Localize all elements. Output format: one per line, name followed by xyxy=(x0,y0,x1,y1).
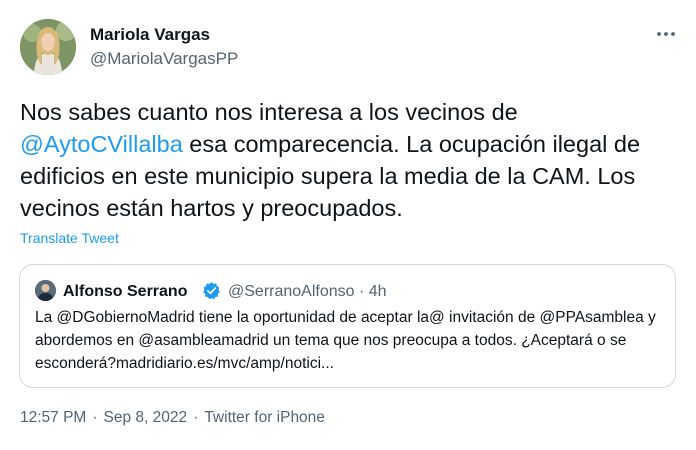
tweet-time[interactable]: 12:57 PM xyxy=(20,409,86,426)
tweet-text: Nos sabes cuanto nos interesa a los veci… xyxy=(20,96,680,224)
quoted-tweet-card[interactable]: Alfonso Serrano @SerranoAlfonso · 4h La … xyxy=(19,264,676,388)
quoted-tweet-text: La @DGobiernoMadrid tiene la oportunidad… xyxy=(35,309,656,372)
translate-tweet-link[interactable]: Translate Tweet xyxy=(20,230,119,246)
tweet-date[interactable]: Sep 8, 2022 xyxy=(104,409,188,426)
tweet-source[interactable]: Twitter for iPhone xyxy=(204,409,325,426)
author-name[interactable]: Mariola Vargas xyxy=(90,25,238,45)
meta-separator: · xyxy=(92,409,98,426)
author-handle[interactable]: @MariolaVargasPP xyxy=(90,49,238,69)
quoted-handle-time: @SerranoAlfonso · 4h xyxy=(228,282,387,301)
verified-badge-icon xyxy=(203,282,220,300)
tweet-text-part1: Nos sabes cuanto nos interesa a los veci… xyxy=(20,99,518,125)
ellipsis-icon xyxy=(657,32,675,36)
quoted-author-avatar[interactable] xyxy=(35,280,56,301)
author-block: Mariola Vargas @MariolaVargasPP xyxy=(90,25,238,69)
quoted-author-handle[interactable]: @SerranoAlfonso xyxy=(228,283,355,300)
author-avatar[interactable] xyxy=(20,19,76,75)
more-options-button[interactable] xyxy=(654,24,678,44)
quoted-time-separator: · xyxy=(358,283,365,300)
quoted-time[interactable]: 4h xyxy=(369,283,387,300)
meta-separator: · xyxy=(193,409,199,426)
quoted-author-name[interactable]: Alfonso Serrano xyxy=(63,282,187,301)
tweet-meta: 12:57 PM · Sep 8, 2022 · Twitter for iPhone xyxy=(20,408,325,428)
mention-link[interactable]: @AytoCVillalba xyxy=(20,131,183,157)
